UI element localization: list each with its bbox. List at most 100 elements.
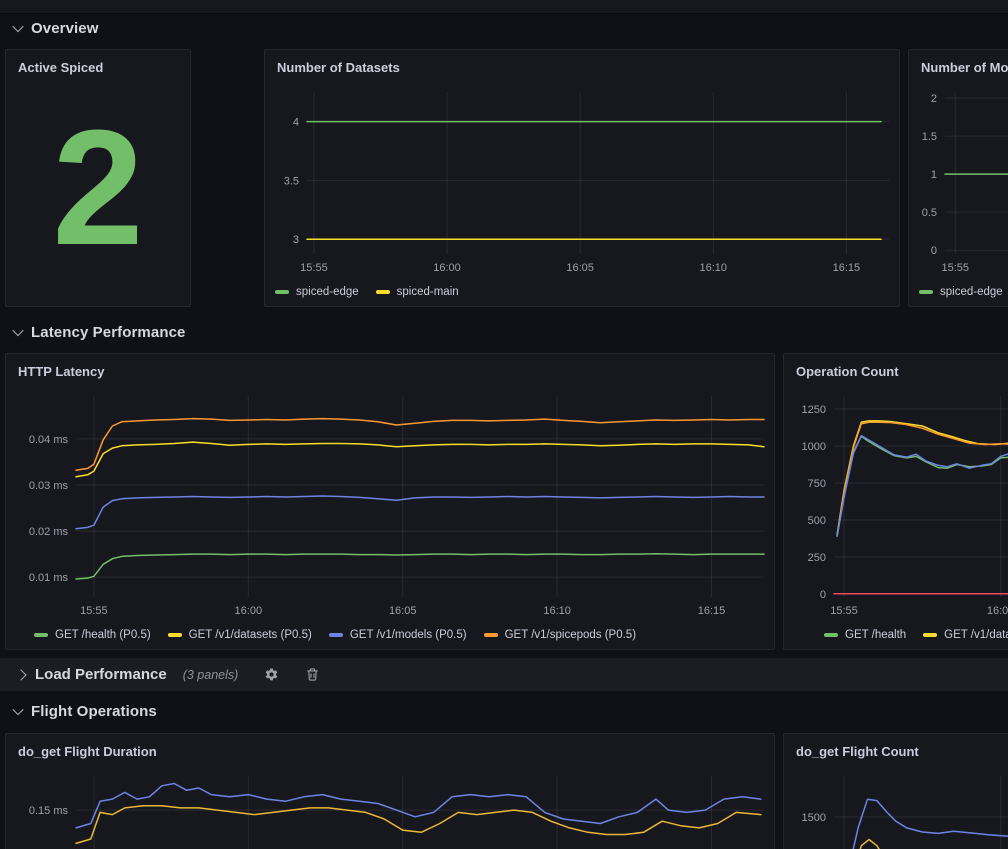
chart-svg: 12501000750500250015:5516:0016:0516:1016… (784, 388, 1008, 623)
legend-label: GET /v1/spicepods (P0.5) (505, 629, 636, 641)
number-of-datasets-chart[interactable]: 43.5315:5516:0016:0516:1016:15 (265, 84, 899, 280)
chart-legend: spiced-edge spiced-main (265, 282, 899, 302)
legend-label: spiced-edge (296, 286, 359, 298)
chart-svg: 150015:5516:0016:0516:1016:15 (784, 768, 1008, 849)
section-overview[interactable]: Overview (14, 17, 99, 39)
legend-item[interactable]: spiced-edge (919, 286, 1003, 298)
svg-text:1500: 1500 (802, 812, 826, 824)
svg-text:0.5: 0.5 (922, 207, 937, 219)
section-label: Latency Performance (31, 324, 185, 341)
chart-svg: 21.510.5015:5516:0016:0516:1016:15 (909, 84, 1008, 280)
svg-text:15:55: 15:55 (80, 605, 108, 617)
svg-text:16:10: 16:10 (700, 262, 728, 274)
panel-do-get-flight-duration: do_get Flight Duration 0.15 ms15:5516:00… (5, 733, 775, 849)
legend-swatch (329, 633, 343, 637)
legend-item[interactable]: GET /health (824, 629, 906, 641)
legend-item[interactable]: GET /v1/datasets (P0.5) (168, 629, 312, 641)
svg-text:16:15: 16:15 (698, 605, 726, 617)
row-settings-button[interactable] (262, 665, 281, 684)
legend-label: GET /v1/datasets (944, 629, 1008, 641)
chart-legend: GET /health (P0.5) GET /v1/datasets (P0.5… (6, 625, 774, 645)
legend-swatch (34, 633, 48, 637)
svg-text:16:05: 16:05 (566, 262, 594, 274)
section-label: Flight Operations (31, 703, 157, 720)
svg-text:2: 2 (931, 93, 937, 105)
svg-text:16:15: 16:15 (833, 262, 861, 274)
svg-text:16:00: 16:00 (987, 605, 1008, 617)
svg-text:16:00: 16:00 (235, 605, 263, 617)
panel-title[interactable]: Operation Count (784, 354, 1008, 388)
svg-text:15:55: 15:55 (941, 262, 969, 274)
number-of-models-chart[interactable]: 21.510.5015:5516:0016:0516:1016:15 (909, 84, 1008, 280)
svg-text:3: 3 (293, 234, 299, 246)
legend-label: GET /v1/models (P0.5) (350, 629, 467, 641)
chart-svg: 43.5315:5516:0016:0516:1016:15 (265, 84, 899, 280)
chevron-down-icon (12, 325, 23, 336)
chart-svg: 0.04 ms0.03 ms0.02 ms0.01 ms15:5516:0016… (6, 388, 774, 623)
legend-swatch (919, 290, 933, 294)
svg-text:250: 250 (808, 552, 826, 564)
legend-label: spiced-main (397, 286, 459, 298)
legend-swatch (484, 633, 498, 637)
section-label: Overview (31, 20, 99, 37)
operation-count-chart[interactable]: 12501000750500250015:5516:0016:0516:1016… (784, 388, 1008, 623)
legend-item[interactable]: GET /v1/datasets (923, 629, 1008, 641)
legend-label: GET /v1/datasets (P0.5) (189, 629, 312, 641)
legend-swatch (923, 633, 937, 637)
panel-title[interactable]: Number of Datasets (265, 50, 899, 84)
legend-swatch (275, 290, 289, 294)
svg-text:16:05: 16:05 (389, 605, 417, 617)
section-label: Load Performance (35, 666, 167, 683)
legend-item[interactable]: GET /health (P0.5) (34, 629, 151, 641)
section-flight-operations[interactable]: Flight Operations (14, 700, 157, 722)
svg-text:0.01 ms: 0.01 ms (29, 572, 69, 584)
svg-text:1250: 1250 (802, 404, 826, 416)
svg-text:0: 0 (820, 589, 826, 601)
chevron-down-icon (12, 21, 23, 32)
svg-text:500: 500 (808, 515, 826, 527)
svg-text:16:10: 16:10 (543, 605, 571, 617)
legend-item[interactable]: spiced-main (376, 286, 459, 298)
panel-title[interactable]: Number of Models (909, 50, 1008, 84)
svg-text:15:55: 15:55 (830, 605, 858, 617)
svg-text:0.03 ms: 0.03 ms (29, 480, 69, 492)
svg-text:0: 0 (931, 245, 937, 257)
svg-text:0.15 ms: 0.15 ms (29, 805, 69, 817)
row-delete-button[interactable] (303, 665, 322, 684)
legend-label: GET /health (845, 629, 906, 641)
stat-panel-body: 2 (6, 76, 190, 300)
chevron-down-icon (12, 704, 23, 715)
panel-active-spiced: Active Spiced 2 (5, 49, 191, 307)
svg-text:3.5: 3.5 (284, 175, 299, 187)
section-load-performance[interactable]: Load Performance (3 panels) (0, 658, 1008, 691)
svg-text:0.04 ms: 0.04 ms (29, 434, 69, 446)
panel-title[interactable]: do_get Flight Duration (6, 734, 774, 768)
legend-swatch (168, 633, 182, 637)
section-latency-performance[interactable]: Latency Performance (14, 321, 185, 343)
panel-do-get-flight-count: do_get Flight Count 150015:5516:0016:051… (783, 733, 1008, 849)
legend-item[interactable]: GET /v1/spicepods (P0.5) (484, 629, 636, 641)
grafana-dashboard: Overview Active Spiced 2 Number of Datas… (0, 0, 1008, 849)
panel-operation-count: Operation Count 12501000750500250015:551… (783, 353, 1008, 650)
gear-icon (264, 667, 279, 682)
chart-svg: 0.15 ms15:5516:0016:0516:1016:15 (6, 768, 774, 849)
svg-text:1000: 1000 (802, 441, 826, 453)
svg-text:15:55: 15:55 (300, 262, 328, 274)
top-bar (0, 0, 1008, 14)
svg-text:16:00: 16:00 (433, 262, 461, 274)
trash-icon (305, 667, 320, 682)
panel-title[interactable]: HTTP Latency (6, 354, 774, 388)
http-latency-chart[interactable]: 0.04 ms0.03 ms0.02 ms0.01 ms15:5516:0016… (6, 388, 774, 623)
panel-title[interactable]: do_get Flight Count (784, 734, 1008, 768)
svg-text:1.5: 1.5 (922, 131, 937, 143)
do-get-flight-count-chart[interactable]: 150015:5516:0016:0516:1016:15 (784, 768, 1008, 849)
do-get-flight-duration-chart[interactable]: 0.15 ms15:5516:0016:0516:1016:15 (6, 768, 774, 849)
panel-http-latency: HTTP Latency 0.04 ms0.03 ms0.02 ms0.01 m… (5, 353, 775, 650)
legend-item[interactable]: GET /v1/models (P0.5) (329, 629, 467, 641)
chevron-right-icon (15, 669, 26, 680)
panels-count-note: (3 panels) (183, 668, 239, 682)
stat-value: 2 (52, 106, 143, 270)
legend-item[interactable]: spiced-edge (275, 286, 359, 298)
panel-number-of-datasets: Number of Datasets 43.5315:5516:0016:051… (264, 49, 900, 307)
legend-label: GET /health (P0.5) (55, 629, 151, 641)
